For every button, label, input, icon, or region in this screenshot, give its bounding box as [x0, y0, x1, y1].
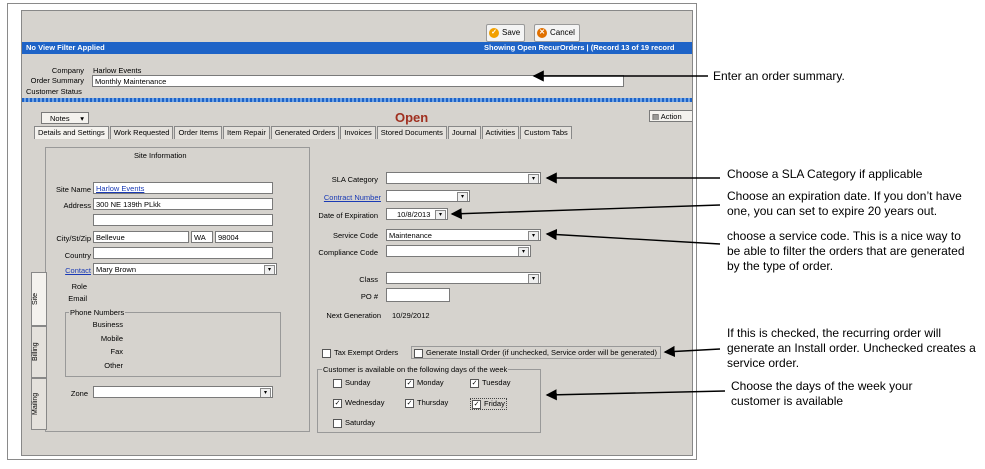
annotation-expiration: Choose an expiration date. If you don’t … — [727, 189, 962, 218]
annotation-sla: Choose a SLA Category if applicable — [727, 167, 923, 181]
install-arrow — [663, 345, 721, 358]
annotation-summary: Enter an order summary. — [713, 69, 845, 83]
service-arrow — [545, 228, 721, 245]
days-arrow — [545, 389, 726, 401]
page: ✓ Save ✕ Cancel No View Filter Applied Sho… — [0, 0, 985, 469]
annotation-days: Choose the days of the week your custome… — [731, 379, 913, 408]
expiration-arrow — [450, 204, 721, 220]
annotation-install: If this is checked, the recurring order … — [727, 326, 976, 370]
annotation-service: choose a service code. This is a nice wa… — [727, 229, 965, 273]
